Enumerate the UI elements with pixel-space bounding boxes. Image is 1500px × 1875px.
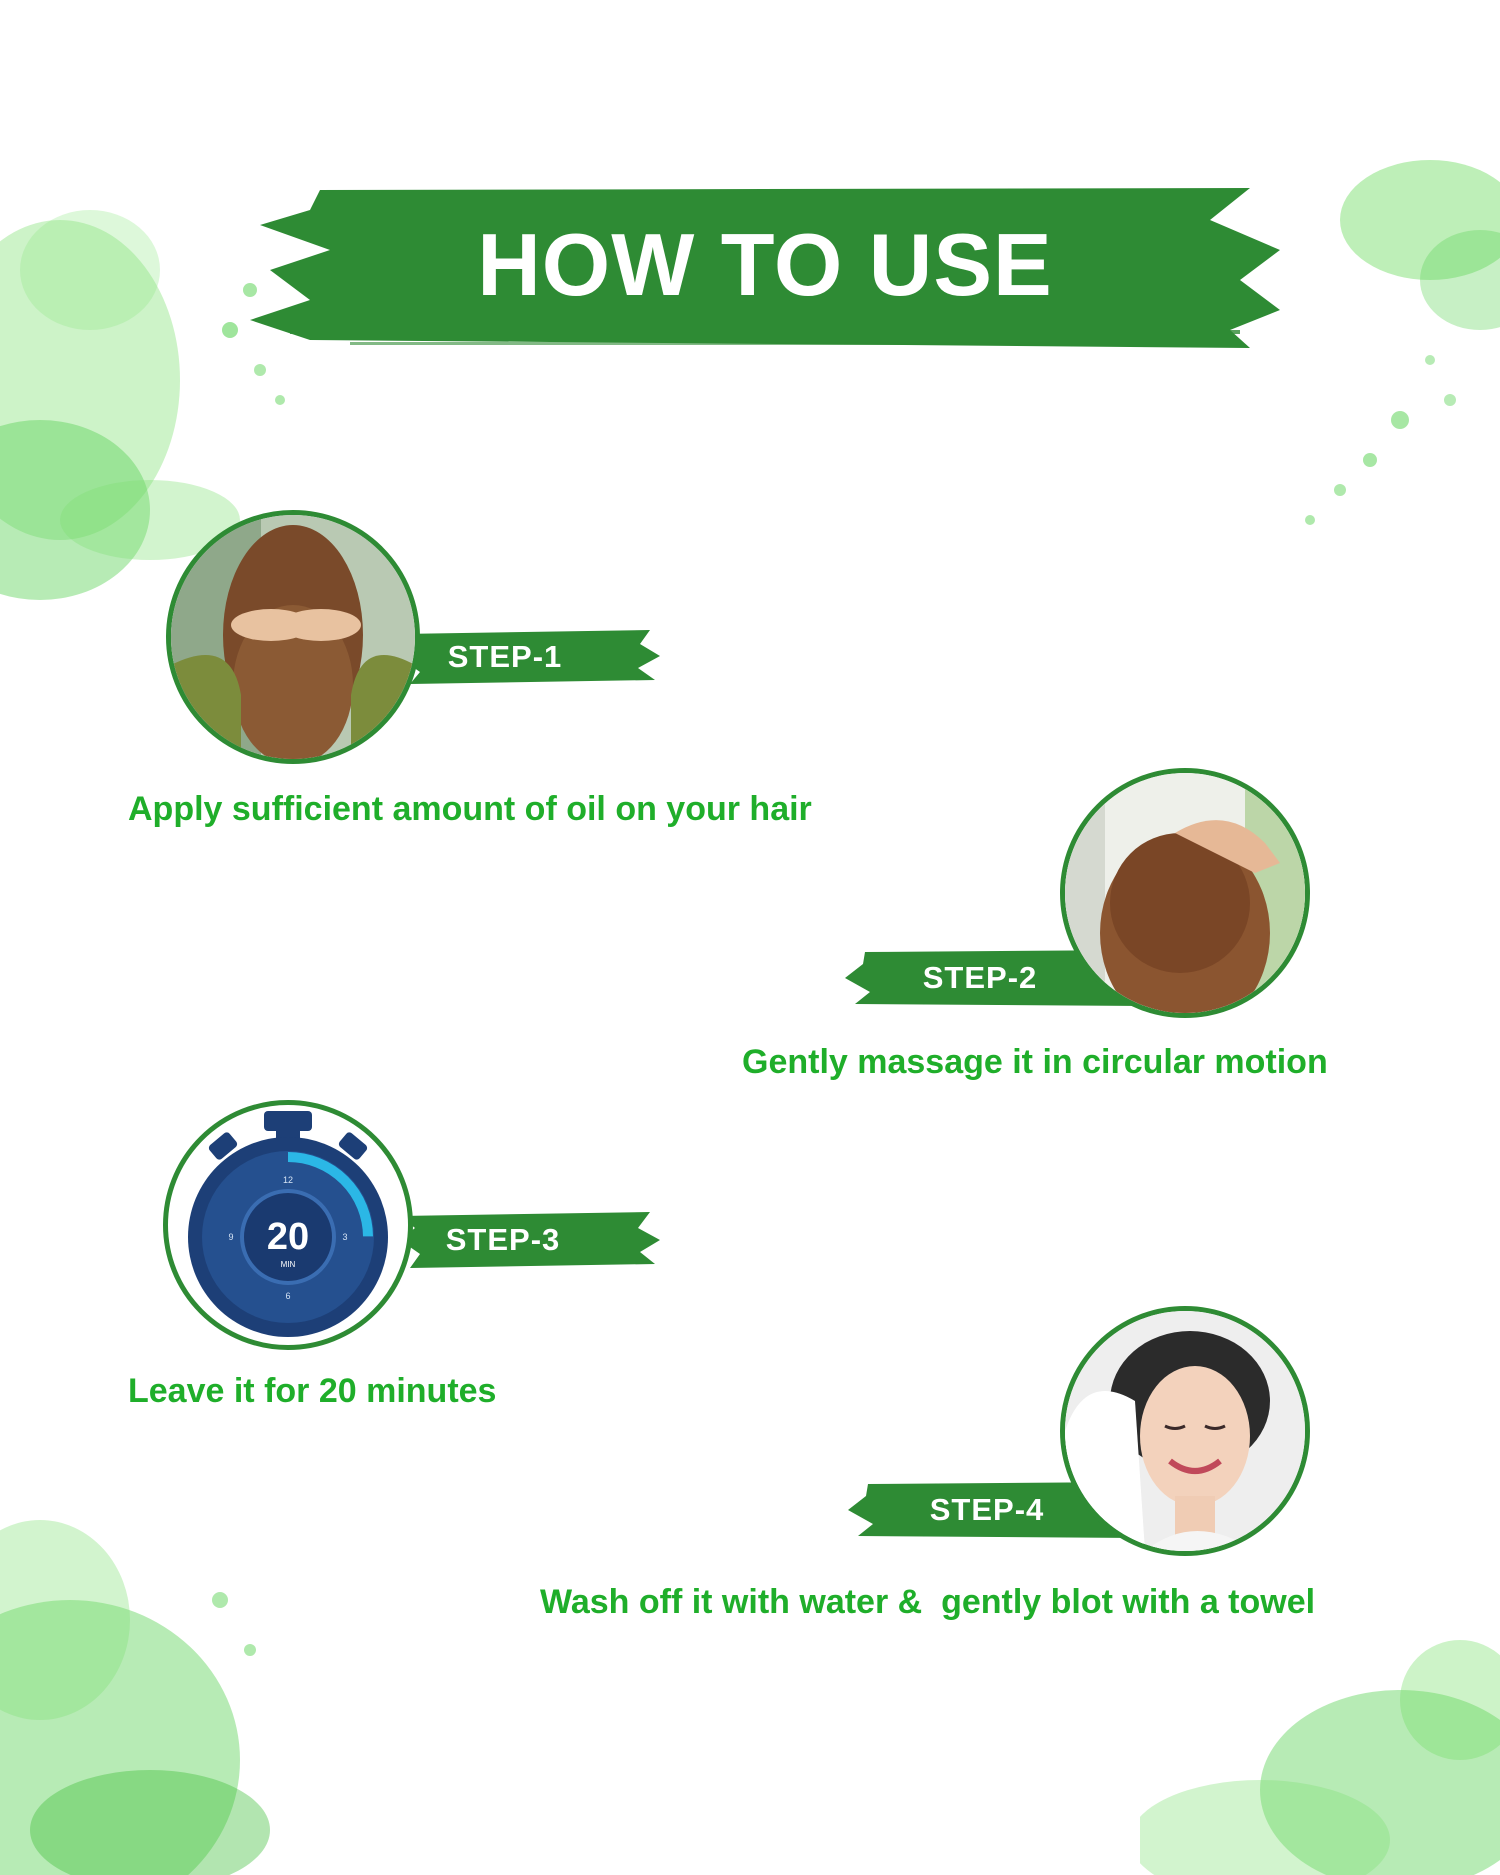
step-4-label: STEP-4 xyxy=(929,1492,1045,1527)
dial-9: 9 xyxy=(228,1232,233,1242)
splash-bottom-left xyxy=(0,1520,270,1875)
dial-6: 6 xyxy=(285,1291,290,1301)
step-3-caption: Leave it for 20 minutes xyxy=(128,1372,497,1410)
step-4-caption: Wash off it with water & gently blot wit… xyxy=(540,1583,1316,1621)
splash-top-right xyxy=(1305,160,1500,525)
timer-value: 20 xyxy=(267,1216,309,1258)
step-2-caption: Gently massage it in circular motion xyxy=(742,1043,1328,1081)
step-2-label: STEP-2 xyxy=(922,960,1038,995)
dial-12: 12 xyxy=(283,1175,293,1185)
step-2-photo xyxy=(1060,768,1310,1018)
page-title: HOW TO USE xyxy=(477,215,1053,314)
step-1-caption: Apply sufficient amount of oil on your h… xyxy=(128,790,812,828)
step-3-label: STEP-3 xyxy=(445,1222,561,1257)
step-1-photo xyxy=(166,510,420,764)
step-3-timer: 20 MIN 12 3 6 9 xyxy=(163,1100,413,1350)
splash-bottom-right xyxy=(1140,1640,1500,1875)
dial-3: 3 xyxy=(342,1232,347,1242)
step-1-label: STEP-1 xyxy=(447,639,563,674)
timer-unit: MIN xyxy=(281,1260,296,1269)
step-4-photo xyxy=(1060,1306,1310,1556)
